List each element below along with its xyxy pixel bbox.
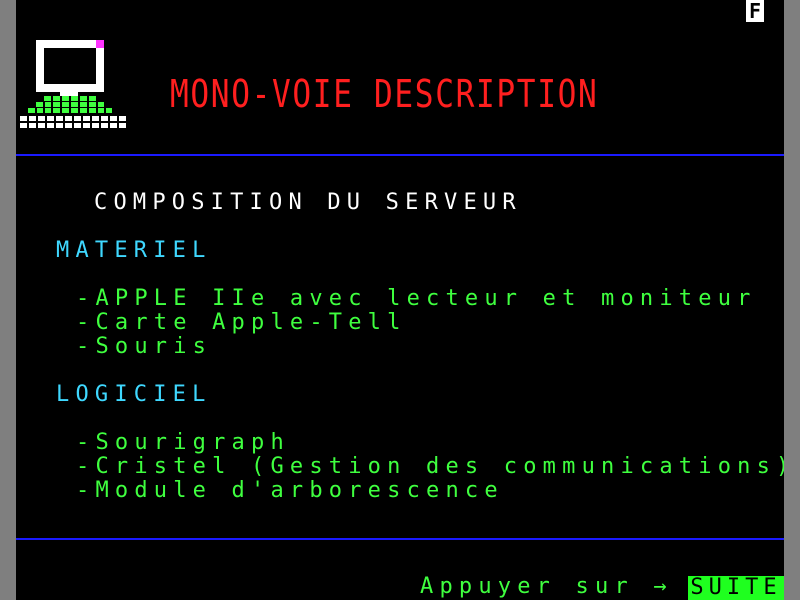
minitel-screen: F MONO-VOIE DESCRIPTION COMPOSITION DU S…	[16, 0, 784, 600]
status-indicator: F	[746, 0, 764, 22]
logo-accent	[96, 40, 104, 48]
footer-prompt: Appuyer sur →	[420, 574, 673, 599]
suite-button[interactable]: SUITE	[688, 576, 784, 600]
list-item: -Carte Apple-Tell	[76, 310, 407, 335]
section-title-hardware: MATERIEL	[56, 238, 212, 263]
list-item: -APPLE IIe avec lecteur et moniteur	[76, 286, 757, 311]
content-heading: COMPOSITION DU SERVEUR	[94, 190, 522, 215]
list-item: -Sourigraph	[76, 430, 290, 455]
list-item: -Souris	[76, 334, 213, 359]
divider-top	[16, 154, 784, 156]
section-title-software: LOGICIEL	[56, 382, 212, 407]
divider-bottom	[16, 538, 784, 540]
list-item: -Module d'arborescence	[76, 478, 504, 503]
computer-terminal-icon	[20, 40, 126, 128]
page-title: MONO-VOIE DESCRIPTION	[170, 72, 599, 116]
list-item: -Cristel (Gestion des communications)	[76, 454, 784, 479]
